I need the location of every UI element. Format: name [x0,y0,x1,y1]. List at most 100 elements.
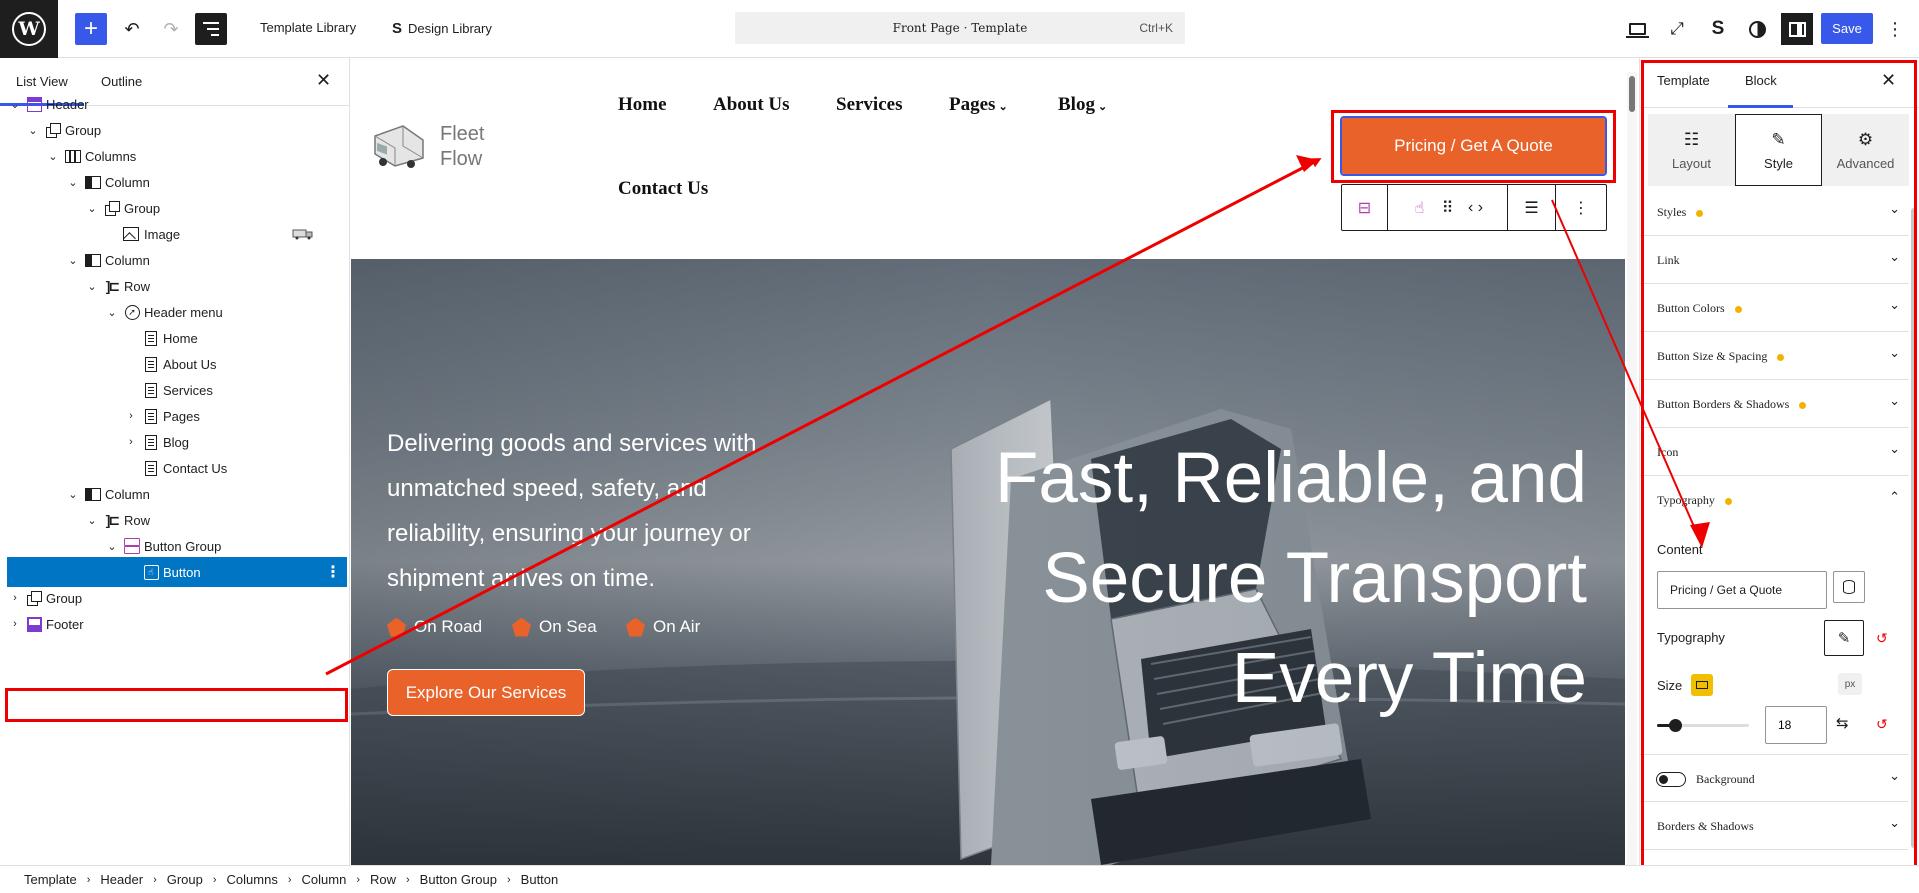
block-options-kebab-icon[interactable]: ⋮ [325,562,341,582]
hero-section[interactable]: Delivering goods and services with unmat… [351,259,1625,865]
tab-template[interactable]: Template [1657,73,1710,88]
chevron-down-icon: ⌄ [1889,816,1900,831]
panel-button-size-spacing[interactable]: Button Size & Spacing ⌄ [1640,332,1908,380]
chevron-right-icon[interactable]: › [8,592,22,604]
options-menu-button[interactable]: ⋮ [1880,14,1910,44]
chevron-down-icon[interactable]: ⌄ [66,254,80,267]
pricing-quote-button[interactable]: Pricing / Get A Quote [1340,116,1607,176]
custom-size-icon[interactable]: ⇆ [1836,714,1849,732]
parent-block-selector[interactable]: ⊟ [1342,185,1388,230]
tab-layout[interactable]: ☷ Layout [1648,114,1735,186]
wordpress-logo-button[interactable]: W [0,0,58,58]
chevron-right-icon[interactable]: › [124,410,138,422]
explore-services-button[interactable]: Explore Our Services [387,669,585,716]
nav-services[interactable]: Services [836,94,902,116]
breadcrumb-item[interactable]: Column [292,872,357,887]
align-button[interactable]: ☰ [1508,185,1556,230]
panel-link[interactable]: Link ⌄ [1640,236,1908,284]
breadcrumb-item[interactable]: Group [157,872,213,887]
panel-styles[interactable]: Styles ⌄ [1640,188,1908,236]
dynamic-content-button[interactable] [1833,571,1865,603]
panel-label: Icon [1657,445,1679,459]
nav-about-us[interactable]: About Us [713,94,790,116]
block-more-options[interactable]: ⋮ [1556,185,1606,230]
expand-icon: ⤢ [1670,19,1684,38]
sidebar-scrollbar[interactable] [1910,148,1918,848]
size-number-input[interactable] [1765,706,1827,744]
move-arrows-icon[interactable]: ‹ › [1462,199,1490,217]
feature-label: On Road [414,617,483,636]
chevron-down-icon[interactable]: ⌄ [105,540,119,553]
tab-advanced[interactable]: ⚙ Advanced [1822,114,1909,186]
nav-pages[interactable]: Pages ⌄ [949,94,1008,116]
tree-item-footer[interactable]: › Footer [0,608,349,640]
global-styles-button[interactable] [1742,14,1772,44]
block-inserter-button[interactable]: + [75,13,107,45]
breadcrumb-item[interactable]: Row [360,872,406,887]
scrollbar-thumb[interactable] [1911,208,1917,848]
nav-blog[interactable]: Blog ⌄ [1058,94,1107,116]
panel-icon[interactable]: Icon ⌄ [1640,428,1908,476]
size-unit-selector[interactable]: px [1838,673,1862,695]
feature-on-sea[interactable]: On Sea [512,617,597,637]
stackable-settings-button[interactable]: S [1703,14,1733,44]
responsive-desktop-toggle[interactable] [1691,674,1713,696]
panel-button-borders-shadows[interactable]: Button Borders & Shadows ⌄ [1640,380,1908,428]
breadcrumb-item[interactable]: Header [90,872,153,887]
breadcrumb-item[interactable]: Button [511,872,569,887]
reset-typography-icon[interactable]: ↺ [1876,630,1888,647]
document-overview-button[interactable] [195,13,227,45]
reset-size-icon[interactable]: ↺ [1876,716,1888,733]
settings-sidebar-toggle[interactable] [1781,13,1813,45]
edit-typography-button[interactable]: ✎ [1824,620,1864,656]
chevron-down-icon[interactable]: ⌄ [105,306,119,319]
block-mover: ☝ ⠿ ‹ › [1388,185,1508,230]
tab-style[interactable]: ✎ Style [1735,114,1822,186]
breadcrumb-item[interactable]: Columns [217,872,288,887]
design-library-button[interactable]: S Design Library [392,20,492,37]
panel-background[interactable]: Background ⌄ [1640,754,1908,802]
fullscreen-toggle-button[interactable]: ⤢ [1662,14,1692,44]
chevron-down-icon[interactable]: ⌄ [66,176,80,189]
breadcrumb-item[interactable]: Button Group [410,872,507,887]
nav-contact-us[interactable]: Contact Us [618,178,708,200]
background-toggle[interactable] [1656,772,1686,787]
chevron-down-icon[interactable]: ⌄ [26,124,40,137]
chevron-right-icon[interactable]: › [8,618,22,630]
wordpress-icon: W [12,12,46,46]
panel-typography[interactable]: Typography ⌃ [1640,476,1908,524]
site-title[interactable]: Fleet Flow [440,122,500,172]
chevron-down-icon[interactable]: ⌄ [46,150,60,163]
panel-button-colors[interactable]: Button Colors ⌄ [1640,284,1908,332]
chevron-down-icon[interactable]: ⌄ [85,202,99,215]
drag-handle-icon[interactable]: ⠿ [1434,198,1462,218]
redo-button[interactable]: ↷ [155,13,187,45]
scrollbar-thumb[interactable] [1629,76,1635,112]
chevron-down-icon[interactable]: ⌄ [66,488,80,501]
pentagon-icon [626,617,645,637]
close-sidebar-button[interactable]: ✕ [1881,70,1896,91]
save-button[interactable]: Save [1821,13,1873,44]
panel-borders-shadows[interactable]: Borders & Shadows ⌄ [1640,802,1908,850]
feature-on-air[interactable]: On Air [626,617,700,637]
feature-on-road[interactable]: On Road [387,617,482,637]
tab-outline[interactable]: Outline [101,74,142,89]
tab-block[interactable]: Block [1745,73,1777,88]
nav-home[interactable]: Home [618,94,667,116]
breadcrumb-item[interactable]: Template [14,872,87,887]
chevron-right-icon[interactable]: › [124,436,138,448]
chevron-down-icon[interactable]: ⌄ [85,280,99,293]
chevron-down-icon[interactable]: ⌄ [8,98,22,111]
chevron-down-icon[interactable]: ⌄ [85,514,99,527]
button-content-input[interactable] [1657,571,1827,609]
size-slider-thumb[interactable] [1669,719,1683,732]
device-preview-button[interactable] [1622,14,1652,44]
template-library-button[interactable]: Template Library [260,20,356,35]
canvas-scrollbar[interactable] [1627,72,1637,865]
hero-title[interactable]: Fast, Reliable, and Secure Transport Eve… [947,429,1587,729]
undo-button[interactable]: ↶ [116,13,148,45]
hero-tagline[interactable]: Delivering goods and services with unmat… [387,421,807,601]
button-icon[interactable]: ☝ [1406,198,1434,218]
command-palette-button[interactable]: Front Page · Template Ctrl+K [735,12,1185,44]
tab-list-view[interactable]: List View [16,74,68,89]
